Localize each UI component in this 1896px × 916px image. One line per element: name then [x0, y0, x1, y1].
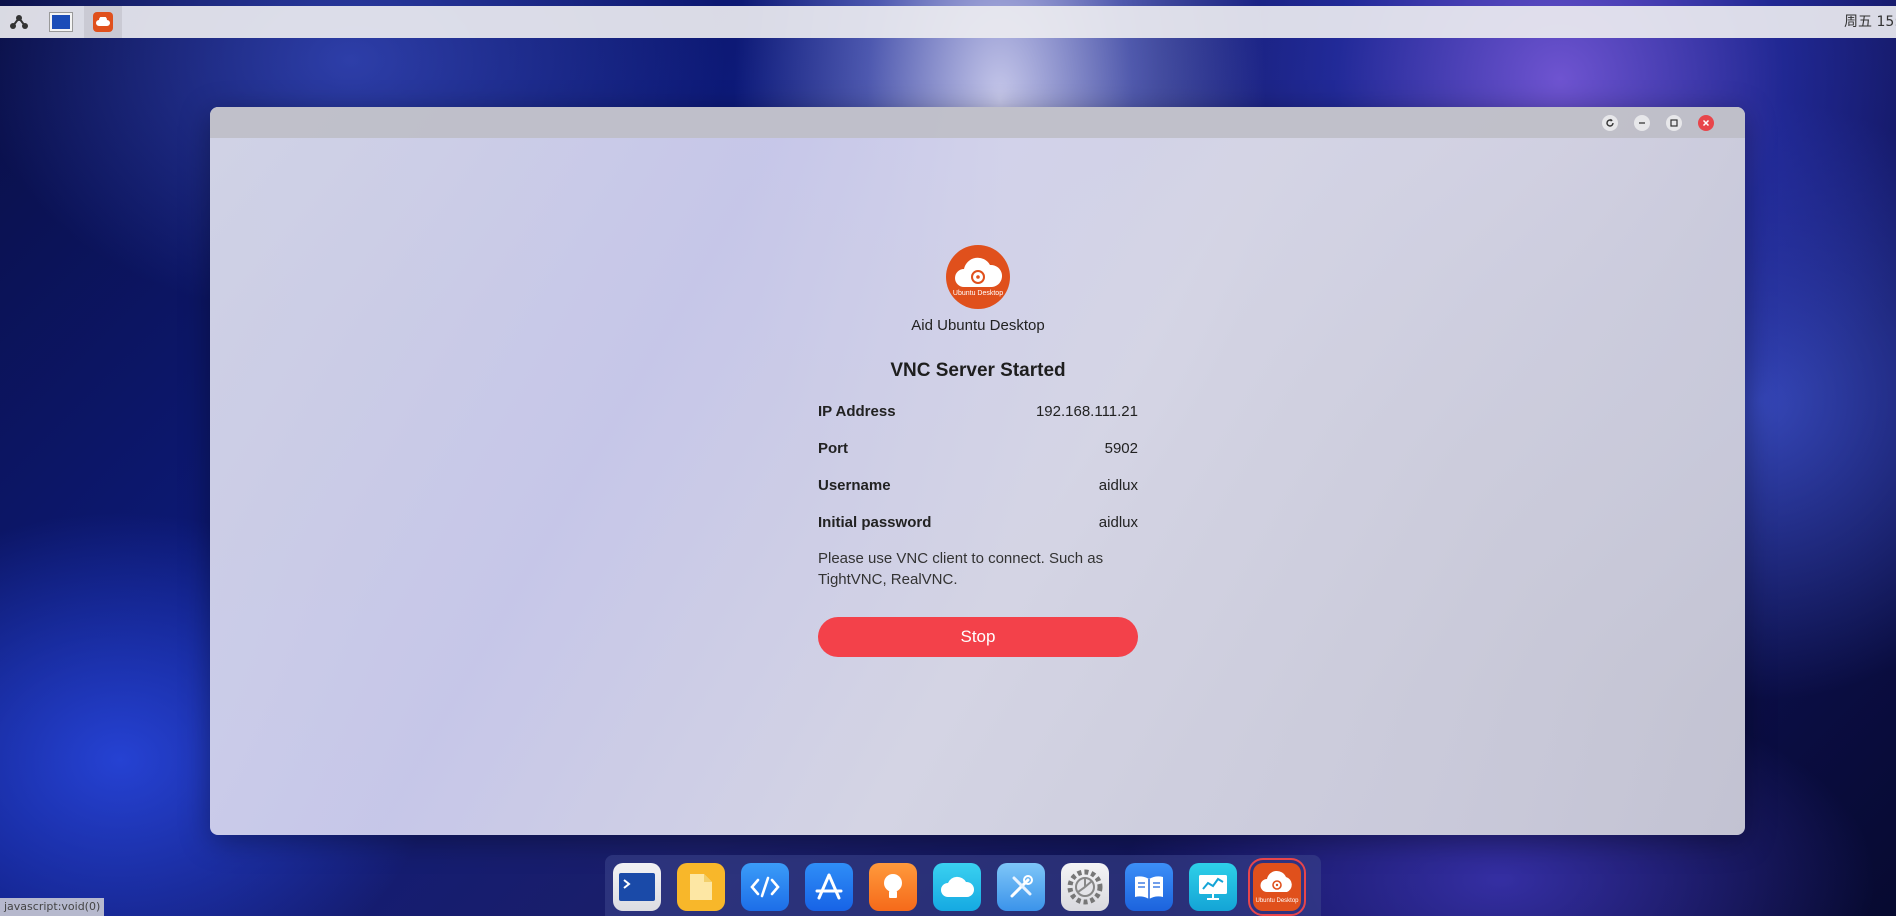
code-icon	[750, 876, 780, 898]
minimize-button[interactable]	[1634, 115, 1650, 131]
refresh-icon	[1606, 118, 1614, 127]
status-url: javascript:void(0)	[0, 898, 105, 916]
launcher-icon[interactable]	[0, 6, 38, 38]
close-button[interactable]	[1698, 115, 1714, 131]
top-panel: 周五 15:	[0, 6, 1896, 38]
refresh-button[interactable]	[1602, 115, 1618, 131]
terminal-icon	[619, 873, 655, 901]
dock-tools[interactable]	[997, 863, 1045, 911]
maximize-button[interactable]	[1666, 115, 1682, 131]
connection-info: IP Address 192.168.111.21 Port 5902 User…	[818, 402, 1138, 550]
window-titlebar[interactable]	[210, 107, 1745, 138]
port-value: 5902	[1104, 440, 1138, 457]
initial-password-label: Initial password	[818, 514, 932, 531]
tools-icon	[1010, 875, 1033, 898]
stop-button[interactable]: Stop	[818, 617, 1138, 657]
username-label: Username	[818, 477, 891, 494]
cloud-icon	[941, 876, 975, 897]
info-row-ip: IP Address 192.168.111.21	[818, 402, 1138, 439]
port-label: Port	[818, 440, 848, 457]
ip-address-value: 192.168.111.21	[1035, 403, 1138, 420]
files-icon	[690, 874, 712, 900]
vnc-panel: Ubuntu Desktop Aid Ubuntu Desktop VNC Se…	[818, 245, 1138, 657]
app-store-icon	[815, 873, 843, 900]
maximize-icon	[1670, 119, 1678, 127]
info-row-port: Port 5902	[818, 439, 1138, 476]
close-icon	[1702, 119, 1710, 127]
dock-terminal[interactable]	[613, 863, 661, 911]
connection-note: Please use VNC client to connect. Such a…	[818, 550, 1104, 588]
info-row-username: Username aidlux	[818, 476, 1138, 513]
info-row-password: Initial password aidlux	[818, 513, 1138, 550]
dock-ideas[interactable]	[869, 863, 917, 911]
dock-settings[interactable]	[1061, 863, 1109, 911]
ubuntu-desktop-window: Ubuntu Desktop Aid Ubuntu Desktop VNC Se…	[210, 107, 1745, 835]
dock-app-store[interactable]	[805, 863, 853, 911]
dock-active-label: Ubuntu Desktop	[1255, 898, 1299, 904]
initial-password-value: aidlux	[1098, 514, 1138, 531]
app-name: Aid Ubuntu Desktop	[911, 317, 1045, 334]
dock-files[interactable]	[677, 863, 725, 911]
clock[interactable]: 周五 15:	[1844, 6, 1896, 38]
dock-monitor[interactable]	[1189, 863, 1237, 911]
dock: Ubuntu Desktop	[605, 855, 1321, 916]
ubuntu-desktop-taskbar-icon[interactable]	[84, 6, 122, 38]
ip-address-label: IP Address	[818, 403, 896, 420]
ubuntu-desktop-logo: Ubuntu Desktop	[946, 245, 1010, 309]
dock-reader[interactable]	[1125, 863, 1173, 911]
settings-gear-icon	[1067, 869, 1103, 905]
username-value: aidlux	[1098, 477, 1138, 494]
dock-cloud[interactable]	[933, 863, 981, 911]
logo-text: Ubuntu Desktop	[952, 290, 1004, 297]
book-icon	[1135, 876, 1163, 899]
terminal-window-icon[interactable]	[42, 6, 80, 38]
lightbulb-icon	[884, 874, 902, 898]
dock-ubuntu-desktop[interactable]: Ubuntu Desktop	[1248, 858, 1306, 916]
minimize-icon	[1639, 122, 1645, 124]
monitor-chart-icon	[1199, 875, 1227, 900]
vnc-status-title: VNC Server Started	[890, 360, 1066, 381]
ubuntu-desktop-dock-icon: Ubuntu Desktop	[1253, 863, 1301, 911]
dock-code-editor[interactable]	[741, 863, 789, 911]
